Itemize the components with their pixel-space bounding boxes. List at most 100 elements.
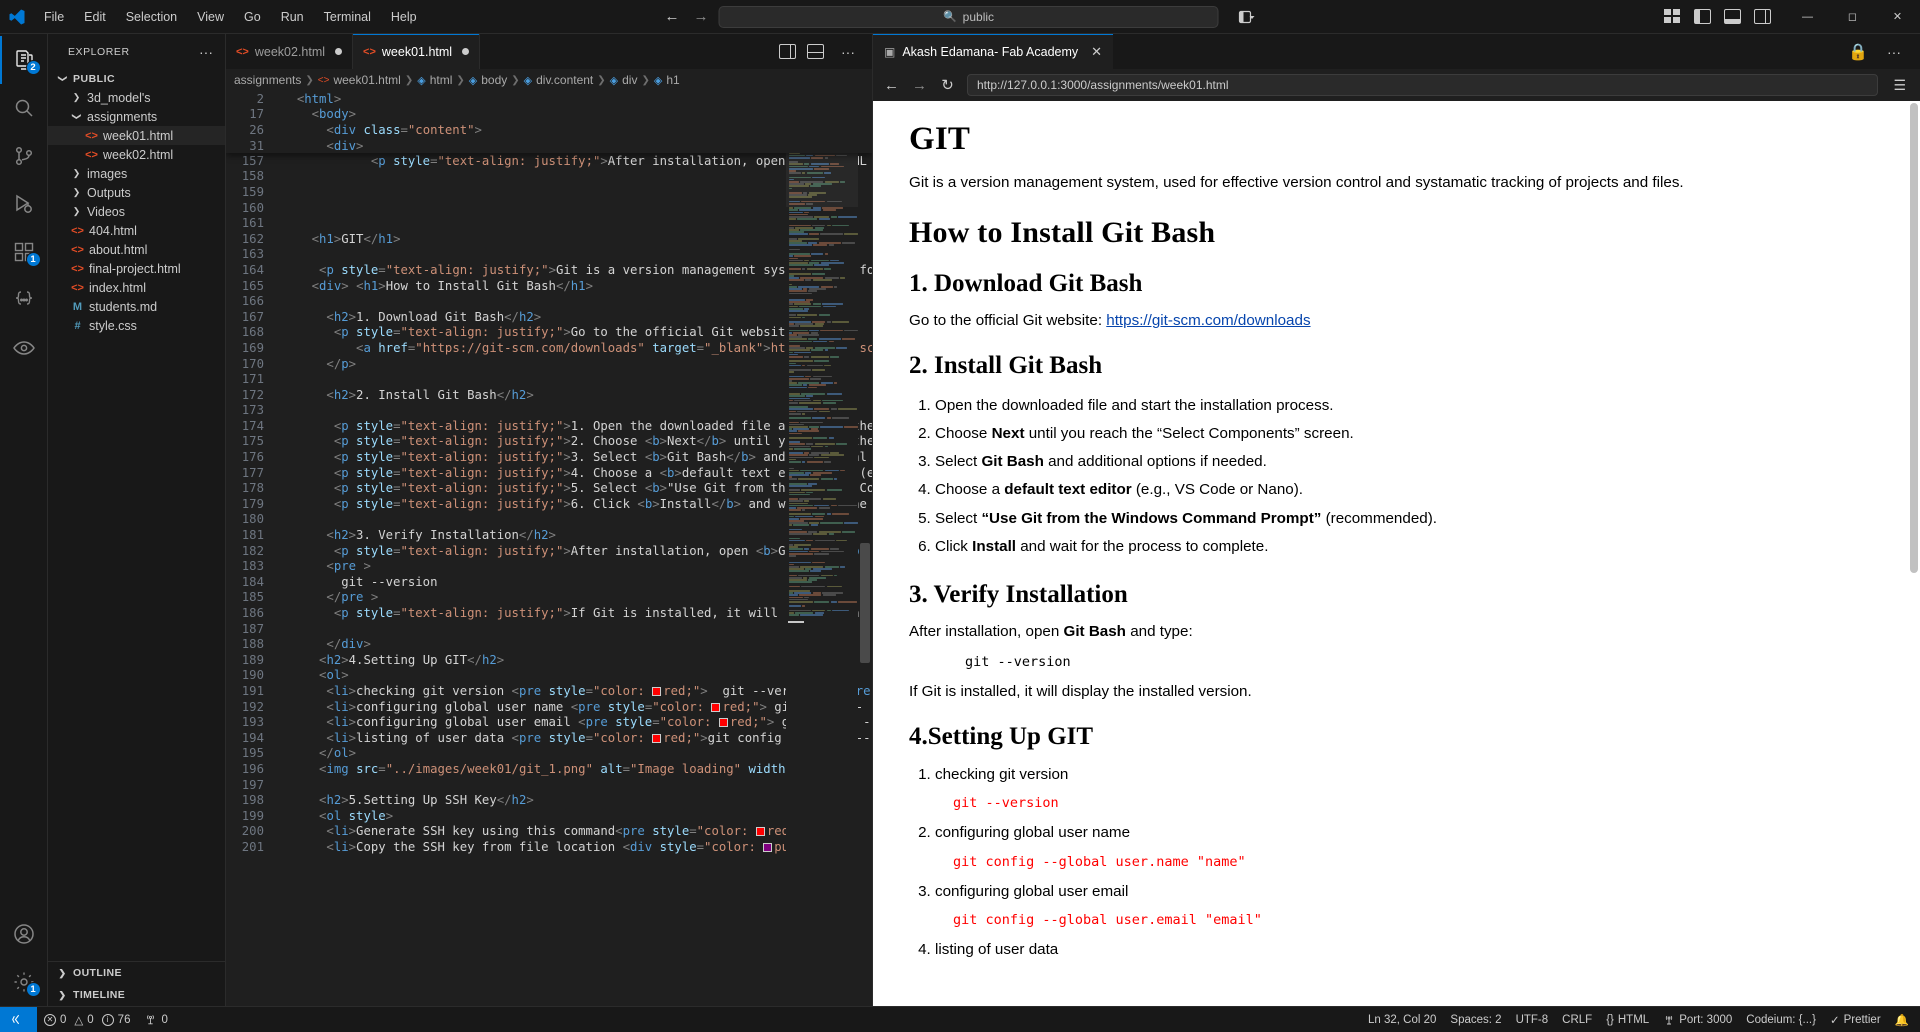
breadcrumb-item-div[interactable]: ◈ div [610,73,638,87]
command-center-search[interactable]: 🔍 public [718,5,1219,28]
status-spaces-2[interactable]: Spaces: 2 [1443,1007,1508,1032]
split-editor-down-icon[interactable] [807,44,824,59]
tree-item-videos[interactable]: ❯ Videos [48,202,225,221]
status-port-3000[interactable]: Port: 3000 [1656,1007,1739,1032]
code-line[interactable]: 179 <p style="text-align: justify;">6. C… [226,496,872,512]
code-line[interactable]: 162 <h1>GIT</h1> [226,231,872,247]
code-line[interactable]: 158 [226,169,872,185]
tree-item-3d_model-s[interactable]: ❯ 3d_model's [48,88,225,107]
preview-menu-icon[interactable]: ☰ [1889,77,1910,94]
preview-scrollbar[interactable] [1907,101,1920,1006]
status-bell-icon[interactable]: 🔔 [1888,1007,1920,1032]
sticky-line[interactable]: 26 <div class="content"> [226,122,872,138]
code-line[interactable]: 168 <p style="text-align: justify;">Go t… [226,325,872,341]
git-downloads-link[interactable]: https://git-scm.com/downloads [1106,312,1310,329]
split-editor-right-icon[interactable] [779,44,796,59]
code-line[interactable]: 199 <ol style> [226,808,872,824]
menu-selection[interactable]: Selection [117,6,186,28]
code-line[interactable]: 166 [226,293,872,309]
preview-back-icon[interactable]: ← [883,77,900,94]
status-ln-32-col-20[interactable]: Ln 32, Col 20 [1361,1007,1443,1032]
breadcrumb-item-html[interactable]: ◈ html [417,73,452,87]
code-line[interactable]: 164 <p style="text-align: justify;">Git … [226,262,872,278]
menu-terminal[interactable]: Terminal [315,6,380,28]
status-html[interactable]: {} HTML [1599,1007,1656,1032]
menu-view[interactable]: View [188,6,233,28]
explorer-more-actions-icon[interactable]: ··· [193,45,219,59]
code-line[interactable]: 176 <p style="text-align: justify;">3. S… [226,449,872,465]
breadcrumb-item-week01-html[interactable]: <> week01.html [318,73,401,87]
code-line[interactable]: 192 <li>configuring global user name <pr… [226,699,872,715]
preview-more-actions-icon[interactable]: ··· [1881,45,1907,59]
sidebar-item-run-and-debug[interactable] [0,180,48,228]
status-codeium[interactable]: Codeium: {...} [1739,1007,1823,1032]
toggle-screencast-icon[interactable] [1664,9,1681,24]
code-line[interactable]: 183 <pre > [226,558,872,574]
code-line[interactable]: 191 <li>checking git version <pre style=… [226,683,872,699]
code-line[interactable]: 169 <a href="https://git-scm.com/downloa… [226,340,872,356]
code-line[interactable]: 165 <div> <h1>How to Install Git Bash</h… [226,278,872,294]
code-line[interactable]: 197 [226,777,872,793]
code-line[interactable]: 175 <p style="text-align: justify;">2. C… [226,434,872,450]
tree-item-assignments[interactable]: ❯ assignments [48,107,225,126]
ports-status[interactable]: 0 [137,1007,174,1032]
section-outline[interactable]: ❯ OUTLINE [48,962,225,984]
code-line[interactable]: 187 [226,621,872,637]
breadcrumb-item-assignments[interactable]: assignments [234,73,301,87]
tree-item-index-html[interactable]: <> index.html [48,278,225,297]
sidebar-item-source-control[interactable] [0,132,48,180]
menu-help[interactable]: Help [382,6,426,28]
tree-root-public[interactable]: ❯ PUBLIC [48,69,225,88]
editor-more-actions-icon[interactable]: ··· [835,45,861,59]
preview-reload-icon[interactable]: ↻ [939,76,956,94]
go-back-icon[interactable]: ← [665,8,680,25]
problems-status[interactable]: ✕ 0 △ 0 i 76 [37,1007,137,1032]
remote-host-button[interactable] [0,1007,37,1032]
code-line[interactable]: 180 [226,512,872,528]
sidebar-item-live-preview[interactable] [0,324,48,372]
code-line[interactable]: 173 [226,403,872,419]
breadcrumb-item-div-content[interactable]: ◈ div.content [524,73,594,87]
code-line[interactable]: 167 <h2>1. Download Git Bash</h2> [226,309,872,325]
status-crlf[interactable]: CRLF [1555,1007,1599,1032]
tree-item-404-html[interactable]: <> 404.html [48,221,225,240]
toggle-secondary-sidebar-icon[interactable] [1754,9,1771,24]
customize-layout-button[interactable] [1238,10,1256,24]
code-line[interactable]: 188 </div> [226,636,872,652]
sidebar-item-explorer[interactable]: 2 [0,36,48,84]
code-line[interactable]: 163 [226,247,872,263]
maximize-button[interactable]: ◻ [1830,0,1875,33]
code-line[interactable]: 161 [226,215,872,231]
code-line[interactable]: 189 <h2>4.Setting Up GIT</h2> [226,652,872,668]
code-line[interactable]: 201 <li>Copy the SSH key from file locat… [226,839,872,855]
minimize-button[interactable]: — [1785,0,1830,33]
tree-item-final-project-html[interactable]: <> final-project.html [48,259,225,278]
code-line[interactable]: 200 <li>Generate SSH key using this comm… [226,824,872,840]
code-line[interactable]: 195 </ol> [226,746,872,762]
code-line[interactable]: 181 <h2>3. Verify Installation</h2> [226,527,872,543]
code-line[interactable]: 171 [226,371,872,387]
status-utf-8[interactable]: UTF-8 [1509,1007,1556,1032]
code-line[interactable]: 186 <p style="text-align: justify;">If G… [226,605,872,621]
settings-button[interactable]: 1 [0,958,48,1006]
close-window-button[interactable]: ✕ [1875,0,1920,33]
code-line[interactable]: 160 [226,200,872,216]
close-icon[interactable]: ✕ [1091,44,1102,60]
tree-item-students-md[interactable]: Mstudents.md [48,297,225,316]
code-line[interactable]: 177 <p style="text-align: justify;">4. C… [226,465,872,481]
tree-item-outputs[interactable]: ❯ Outputs [48,183,225,202]
lock-icon[interactable]: 🔒 [1848,42,1868,62]
status-prettier[interactable]: ✓ Prettier [1823,1007,1888,1032]
tree-item-about-html[interactable]: <> about.html [48,240,225,259]
code-line[interactable]: 198 <h2>5.Setting Up SSH Key</h2> [226,792,872,808]
preview-forward-icon[interactable]: → [911,77,928,94]
tree-item-images[interactable]: ❯ images [48,164,225,183]
minimap[interactable] [786,91,858,1006]
code-line[interactable]: 185 </pre > [226,590,872,606]
menu-file[interactable]: File [35,6,73,28]
tree-item-week02-html[interactable]: <> week02.html [48,145,225,164]
preview-url-input[interactable]: http://127.0.0.1:3000/assignments/week01… [967,74,1879,96]
menu-edit[interactable]: Edit [75,6,115,28]
code-line[interactable]: 193 <li>configuring global user email <p… [226,714,872,730]
sticky-line[interactable]: 17 <body> [226,107,872,123]
